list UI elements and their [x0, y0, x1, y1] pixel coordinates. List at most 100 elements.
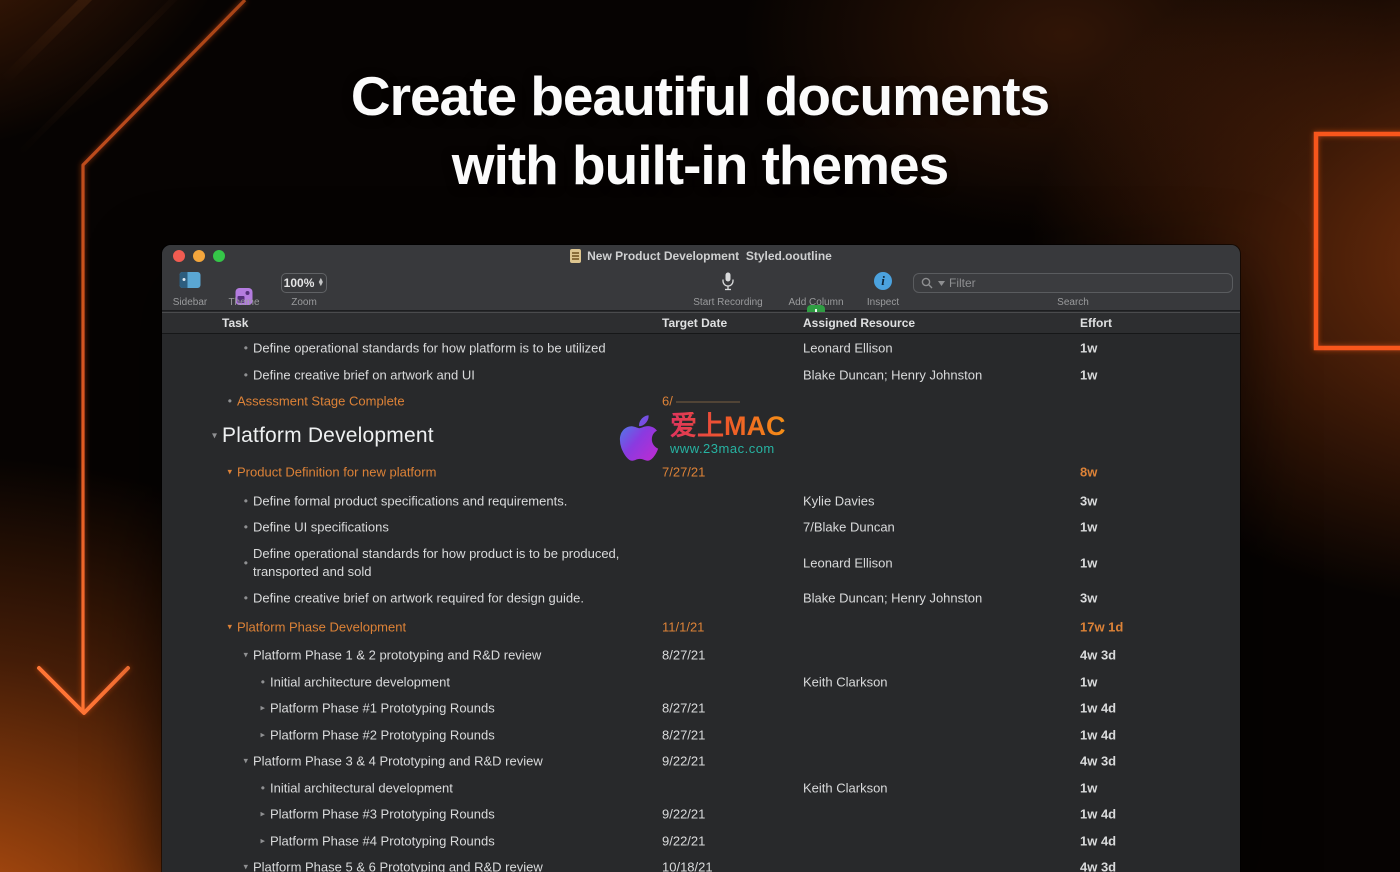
table-row[interactable]: ▾Platform Phase 5 & 6 Prototyping and R&… — [162, 854, 1240, 872]
effort-cell[interactable]: 4w 3d — [1080, 754, 1116, 769]
column-header-effort[interactable]: Effort — [1080, 316, 1112, 330]
assigned-resource-cell[interactable]: Leonard Ellison — [803, 341, 893, 356]
effort-cell[interactable]: 1w — [1080, 520, 1097, 535]
target-date-cell[interactable]: 6/ — [662, 394, 740, 409]
assigned-resource-cell[interactable]: Kylie Davies — [803, 493, 875, 508]
disclosure-expanded-icon[interactable]: ▾ — [227, 621, 237, 632]
effort-cell[interactable]: 1w — [1080, 780, 1097, 795]
filter-search-field[interactable] — [913, 273, 1233, 293]
assigned-resource-cell[interactable]: 7/Blake Duncan — [803, 520, 895, 535]
table-row[interactable]: •Define creative brief on artwork and UI… — [162, 362, 1240, 389]
table-row[interactable]: •Define creative brief on artwork requir… — [162, 585, 1240, 612]
table-row[interactable]: •Initial architectural developmentKeith … — [162, 775, 1240, 802]
table-row[interactable]: •Define UI specifications7/Blake Duncan1… — [162, 514, 1240, 541]
target-date-cell[interactable]: 9/22/21 — [662, 807, 705, 822]
disclosure-collapsed-icon[interactable]: ▸ — [260, 835, 270, 846]
disclosure-collapsed-icon[interactable]: ▸ — [260, 809, 270, 820]
assigned-resource-cell[interactable]: Leonard Ellison — [803, 555, 893, 570]
disclosure-expanded-icon[interactable]: ▾ — [243, 862, 253, 872]
table-row[interactable]: ▸Platform Phase #3 Prototyping Rounds 9/2… — [162, 801, 1240, 828]
table-row[interactable]: •Define formal product specifications an… — [162, 488, 1240, 515]
task-cell[interactable]: Platform Phase #2 Prototyping Rounds — [270, 727, 495, 742]
task-cell[interactable]: Initial architecture development — [270, 674, 450, 689]
effort-cell[interactable]: 1w 4d — [1080, 833, 1116, 848]
column-header-task[interactable]: Task — [222, 316, 248, 330]
task-cell[interactable]: Define operational standards for how pla… — [253, 341, 606, 356]
target-date-cell[interactable]: 9/22/21 — [662, 833, 705, 848]
disclosure-collapsed-icon[interactable]: ▸ — [260, 703, 270, 714]
sidebar-toggle-icon[interactable] — [180, 272, 201, 288]
titlebar[interactable]: New Product Development Styled.ooutline — [162, 245, 1240, 267]
disclosure-expanded-icon[interactable]: ▾ — [243, 650, 253, 661]
table-row[interactable]: •Define operational standards for how pr… — [162, 541, 1240, 585]
inspect-label: Inspect — [867, 297, 899, 308]
table-row[interactable]: ▾Product Definition for new platform 7/27… — [162, 457, 1240, 488]
effort-cell[interactable]: 1w 4d — [1080, 727, 1116, 742]
zoom-stepper[interactable]: 100% ▲▼ — [281, 273, 327, 293]
target-date-cell[interactable]: 11/1/21 — [662, 619, 704, 634]
effort-cell[interactable]: 4w 3d — [1080, 860, 1116, 872]
task-cell[interactable]: Platform Phase #4 Prototyping Rounds — [270, 833, 495, 848]
effort-cell[interactable]: 3w — [1080, 590, 1097, 605]
task-cell[interactable]: Initial architectural development — [270, 780, 453, 795]
disclosure-collapsed-icon[interactable]: ▸ — [260, 729, 270, 740]
table-row[interactable]: ▾Platform Phase 1 & 2 prototyping and R&… — [162, 642, 1240, 669]
assigned-resource-cell[interactable]: Blake Duncan; Henry Johnston — [803, 367, 982, 382]
task-cell[interactable]: Platform Development — [222, 424, 434, 448]
task-cell[interactable]: Platform Phase 3 & 4 Prototyping and R&D… — [253, 754, 543, 769]
hero-line2: with built-in themes — [0, 131, 1400, 200]
table-row[interactable]: ▸Platform Phase #1 Prototyping Rounds 8/2… — [162, 695, 1240, 722]
task-cell[interactable]: Define creative brief on artwork and UI — [253, 367, 475, 382]
task-cell[interactable]: Define creative brief on artwork require… — [253, 590, 584, 605]
table-row[interactable]: ▸Platform Phase #4 Prototyping Rounds 9/2… — [162, 828, 1240, 855]
target-date-cell[interactable]: 8/27/21 — [662, 648, 705, 663]
microphone-icon[interactable] — [722, 272, 734, 296]
table-row[interactable]: •Assessment Stage Complete 6/ — [162, 388, 1240, 415]
window-title: New Product Development Styled.ooutline — [587, 249, 832, 263]
effort-cell[interactable]: 1w 4d — [1080, 701, 1116, 716]
task-cell[interactable]: Platform Phase 5 & 6 Prototyping and R&D… — [253, 860, 543, 872]
target-date-cell[interactable]: 8/27/21 — [662, 727, 705, 742]
task-cell[interactable]: Define operational standards for how pro… — [253, 545, 619, 581]
task-cell[interactable]: Platform Phase #3 Prototyping Rounds — [270, 807, 495, 822]
search-icon — [921, 277, 934, 290]
task-cell[interactable]: Assessment Stage Complete — [237, 394, 405, 409]
effort-cell[interactable]: 3w — [1080, 493, 1097, 508]
effort-cell[interactable]: 1w — [1080, 367, 1097, 382]
disclosure-expanded-icon[interactable]: ▾ — [243, 756, 253, 767]
effort-cell[interactable]: 17w 1d — [1080, 619, 1123, 634]
table-row[interactable]: ▸Platform Phase #2 Prototyping Rounds 8/2… — [162, 722, 1240, 749]
section-heading-row[interactable]: ▾Platform Development — [162, 415, 1240, 457]
search-input[interactable] — [949, 276, 1225, 290]
table-row[interactable]: •Initial architecture developmentKeith C… — [162, 669, 1240, 696]
assigned-resource-cell[interactable]: Keith Clarkson — [803, 674, 888, 689]
task-cell[interactable]: Define formal product specifications and… — [253, 493, 567, 508]
effort-cell[interactable]: 1w — [1080, 555, 1097, 570]
assigned-resource-cell[interactable]: Blake Duncan; Henry Johnston — [803, 590, 982, 605]
assigned-resource-cell[interactable]: Keith Clarkson — [803, 780, 888, 795]
column-header-target-date[interactable]: Target Date — [662, 316, 727, 330]
column-header-assigned-resource[interactable]: Assigned Resource — [803, 316, 915, 330]
table-row[interactable]: ▾Platform Phase Development 11/1/21 17w 1d — [162, 611, 1240, 642]
task-cell[interactable]: Platform Phase Development — [237, 619, 406, 634]
target-date-cell[interactable]: 9/22/21 — [662, 754, 705, 769]
app-window: New Product Development Styled.ooutline … — [162, 245, 1240, 872]
effort-cell[interactable]: 1w 4d — [1080, 807, 1116, 822]
target-date-cell[interactable]: 8/27/21 — [662, 701, 705, 716]
disclosure-expanded-icon[interactable]: ▾ — [227, 467, 237, 478]
table-row[interactable]: ▾Platform Phase 3 & 4 Prototyping and R&… — [162, 748, 1240, 775]
inspect-icon[interactable]: i — [874, 272, 892, 290]
task-cell[interactable]: Platform Phase 1 & 2 prototyping and R&D… — [253, 648, 541, 663]
task-cell[interactable]: Define UI specifications — [253, 520, 389, 535]
effort-cell[interactable]: 4w 3d — [1080, 648, 1116, 663]
disclosure-expanded-icon[interactable]: ▾ — [212, 430, 222, 441]
task-cell[interactable]: Platform Phase #1 Prototyping Rounds — [270, 701, 495, 716]
effort-cell[interactable]: 8w — [1080, 465, 1097, 480]
target-date-cell[interactable]: 7/27/21 — [662, 465, 705, 480]
table-row[interactable]: •Define operational standards for how pl… — [162, 335, 1240, 362]
task-cell[interactable]: Product Definition for new platform — [237, 465, 436, 480]
effort-cell[interactable]: 1w — [1080, 341, 1097, 356]
effort-cell[interactable]: 1w — [1080, 674, 1097, 689]
target-date-cell[interactable]: 10/18/21 — [662, 860, 713, 872]
bullet-icon: • — [228, 394, 237, 408]
